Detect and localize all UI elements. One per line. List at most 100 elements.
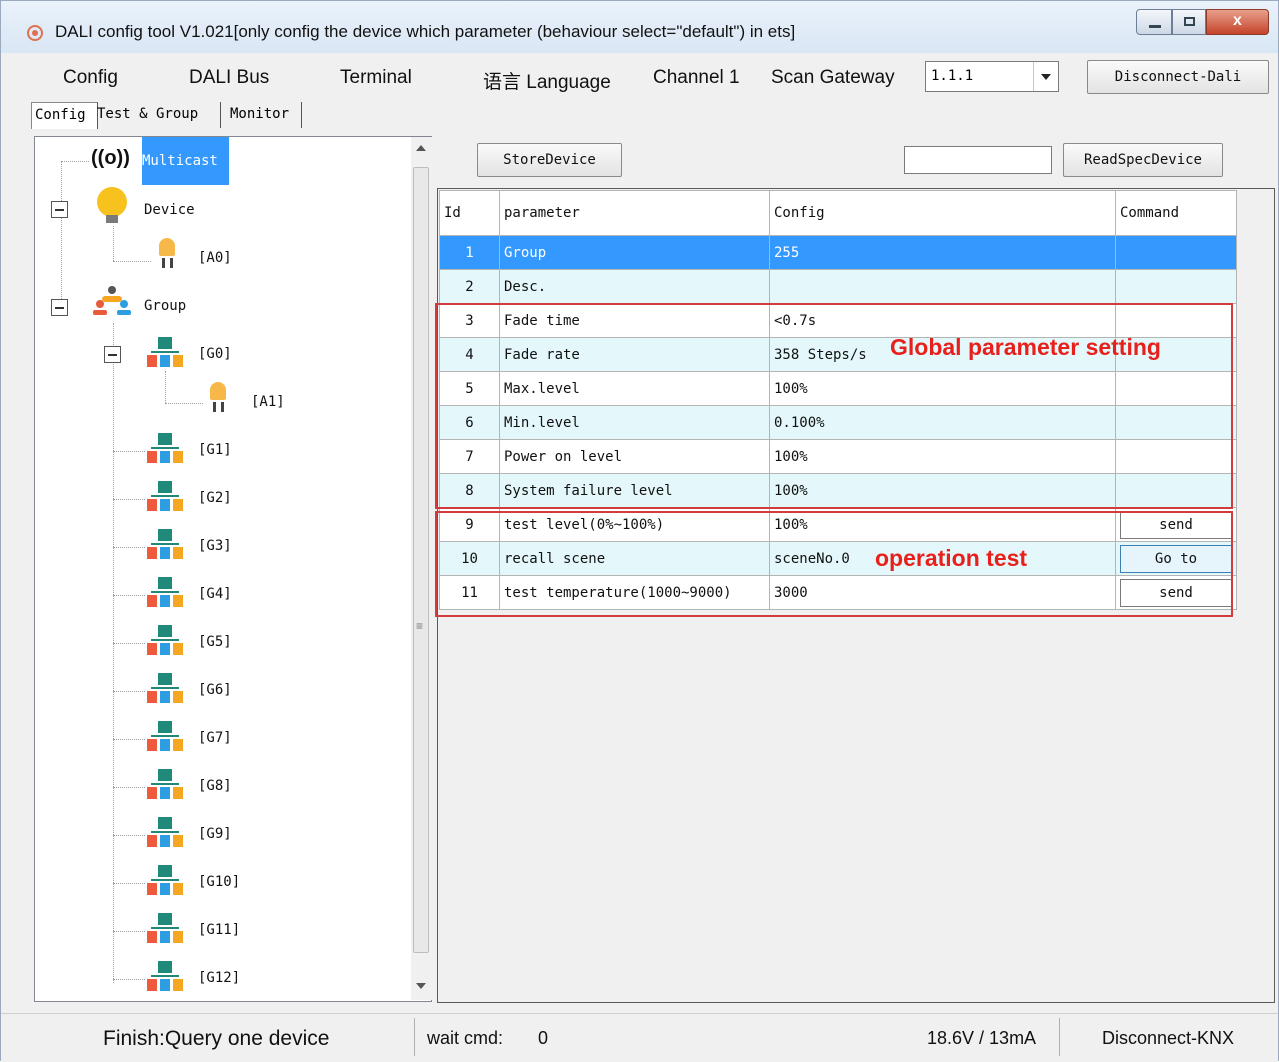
tree-line <box>113 739 145 740</box>
menu-channel[interactable]: Channel 1 <box>653 67 740 89</box>
column-header-parameter[interactable]: parameter <box>499 190 770 236</box>
tree-node-a0[interactable]: [A0] <box>198 250 232 266</box>
disconnect-dali-button[interactable]: Disconnect-Dali <box>1087 60 1269 94</box>
tree-line <box>113 787 145 788</box>
menu-language[interactable]: 语言 Language <box>483 67 611 94</box>
network-icon <box>147 721 183 753</box>
group-icon <box>93 286 131 316</box>
tree-node-group-item[interactable]: [G7] <box>198 730 232 746</box>
tree-line <box>61 161 62 309</box>
tab-test-group[interactable]: Test & Group <box>94 102 221 128</box>
annotation-global-parameter-setting: Global parameter setting <box>890 334 1161 360</box>
app-window: DALI config tool V1.021[only config the … <box>0 0 1279 1062</box>
tree-node-group-item[interactable]: [G1] <box>198 442 232 458</box>
tree-node-group-item[interactable]: [G3] <box>198 538 232 554</box>
cell-config[interactable]: 255 <box>769 235 1116 270</box>
tree-line <box>113 261 151 262</box>
column-header-config[interactable]: Config <box>769 190 1116 236</box>
menu-terminal[interactable]: Terminal <box>340 67 412 89</box>
tree-node-group-item[interactable]: [G2] <box>198 490 232 506</box>
title-bar: DALI config tool V1.021[only config the … <box>1 1 1278 53</box>
tree-line <box>165 403 203 404</box>
tree-node-group-item[interactable]: [G12] <box>198 970 240 986</box>
network-icon <box>147 961 183 993</box>
column-header-id[interactable]: Id <box>439 190 500 236</box>
highlight-box-operation <box>435 511 1233 617</box>
cell-parameter: Group <box>499 235 770 270</box>
table-row[interactable]: 2 Desc. <box>439 269 1237 304</box>
collapse-icon[interactable] <box>104 346 121 363</box>
lamp-icon <box>207 382 229 412</box>
maximize-icon <box>1184 17 1195 26</box>
wait-cmd-label: wait cmd: <box>427 1028 504 1048</box>
table-row[interactable]: 1 Group 255 <box>439 235 1237 270</box>
maximize-button[interactable] <box>1172 9 1206 35</box>
cell-config[interactable] <box>769 269 1116 304</box>
cell-id: 1 <box>439 235 500 270</box>
tree-scrollbar[interactable]: ≡ <box>411 137 432 1000</box>
tree-line <box>113 979 145 980</box>
tree-node-label: Multicast <box>142 153 218 169</box>
column-header-command[interactable]: Command <box>1115 190 1237 236</box>
tree-line <box>113 835 145 836</box>
tree-node-group-item[interactable]: [G9] <box>198 826 232 842</box>
menu-config[interactable]: Config <box>63 67 118 89</box>
close-button[interactable]: x <box>1206 9 1269 35</box>
network-icon <box>147 913 183 945</box>
tree-node-multicast[interactable]: Multicast <box>142 137 229 185</box>
tree-line <box>113 226 114 261</box>
gateway-address-select[interactable]: 1.1.1 <box>925 61 1059 92</box>
network-icon <box>147 625 183 657</box>
cell-parameter: Desc. <box>499 269 770 304</box>
scroll-down-icon[interactable] <box>416 983 426 989</box>
tree-node-g0[interactable]: [G0] <box>198 346 232 362</box>
read-spec-device-button[interactable]: ReadSpecDevice <box>1063 143 1223 177</box>
grip-icon: ≡ <box>416 619 424 633</box>
tree-line <box>113 499 145 500</box>
tab-config[interactable]: Config <box>31 102 98 129</box>
network-icon <box>147 673 183 705</box>
tree-line <box>113 547 145 548</box>
cell-command <box>1115 269 1237 304</box>
close-icon: x <box>1233 12 1242 29</box>
tree-line <box>113 323 114 983</box>
network-icon <box>147 577 183 609</box>
tree-node-group-item[interactable]: [G5] <box>198 634 232 650</box>
status-divider <box>1059 1018 1060 1056</box>
tree-node-device[interactable]: Device <box>144 202 195 218</box>
network-icon <box>147 481 183 513</box>
lamp-icon <box>156 238 178 268</box>
tree-node-group-item[interactable]: [G10] <box>198 874 240 890</box>
power-readout: 18.6V / 13mA <box>927 1028 1037 1048</box>
window-title: DALI config tool V1.021[only config the … <box>55 22 796 41</box>
tree-line <box>165 371 166 403</box>
app-icon <box>27 25 43 41</box>
tree-node-group-item[interactable]: [G4] <box>198 586 232 602</box>
minimize-button[interactable] <box>1136 9 1172 35</box>
network-icon <box>147 337 183 369</box>
gateway-address-value: 1.1.1 <box>931 68 974 84</box>
tree-node-group-item[interactable]: [G8] <box>198 778 232 794</box>
tree-node-a1[interactable]: [A1] <box>251 394 285 410</box>
menu-dali-bus[interactable]: DALI Bus <box>189 67 269 89</box>
disconnect-knx-status[interactable]: Disconnect-KNX <box>1102 1028 1234 1049</box>
tab-monitor[interactable]: Monitor <box>227 102 302 128</box>
tree-node-group-item[interactable]: [G6] <box>198 682 232 698</box>
chevron-down-icon[interactable] <box>1033 62 1058 91</box>
cell-command <box>1115 235 1237 270</box>
status-message: Finish:Query one device <box>103 1027 330 1050</box>
menu-scan-gateway[interactable]: Scan Gateway <box>771 67 895 89</box>
minimize-icon <box>1149 25 1161 28</box>
spec-device-input[interactable] <box>904 146 1052 174</box>
collapse-icon[interactable] <box>51 299 68 316</box>
scroll-thumb[interactable] <box>413 167 429 953</box>
tree-node-group[interactable]: Group <box>144 298 186 314</box>
collapse-icon[interactable] <box>51 201 68 218</box>
scroll-up-icon[interactable] <box>416 145 426 151</box>
store-device-button[interactable]: StoreDevice <box>477 143 622 177</box>
device-tree <box>34 136 432 1002</box>
tree-node-group-item[interactable]: [G11] <box>198 922 240 938</box>
tree-line <box>113 931 145 932</box>
network-icon <box>147 817 183 849</box>
tree-line <box>113 643 145 644</box>
